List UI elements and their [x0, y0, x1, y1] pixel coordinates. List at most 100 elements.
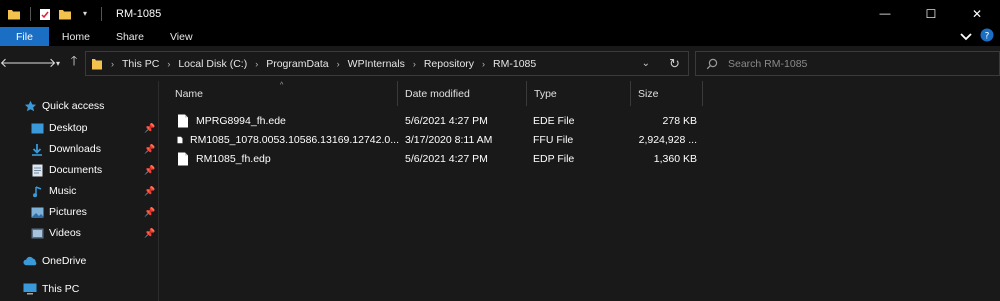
address-history-chevron-icon[interactable]: ⌄: [642, 58, 650, 69]
address-row: 🡐 🡒 ▾ 🡑 › This PC › Local Disk (C:) › Pr…: [0, 46, 1000, 81]
type-cell: EDE File: [533, 114, 575, 127]
close-button[interactable]: ✕: [954, 0, 1000, 27]
pin-icon[interactable]: 📌: [144, 165, 155, 176]
downloads-icon: [30, 142, 44, 156]
ribbon-right-controls: ?: [960, 27, 994, 46]
quick-access-toolbar: ▾: [0, 0, 108, 27]
column-header-label: Name: [175, 87, 204, 100]
file-name-cell: MPRG8994_fh.ede: [177, 111, 399, 130]
help-icon[interactable]: ?: [980, 28, 994, 45]
window-title: RM-1085: [116, 7, 162, 20]
tab-view[interactable]: View: [157, 27, 206, 46]
column-header-date-modified[interactable]: Date modified: [398, 81, 526, 106]
minimize-button[interactable]: —: [862, 0, 908, 27]
column-header-label: Type: [534, 87, 557, 100]
breadcrumb-separator-icon[interactable]: ›: [482, 59, 485, 69]
search-input[interactable]: Search RM-1085: [728, 58, 807, 70]
column-header-type[interactable]: Type: [527, 81, 630, 106]
date-cell: 3/17/2020 8:11 AM: [405, 133, 493, 146]
date-cell: 5/6/2021 4:27 PM: [405, 114, 488, 127]
nav-item-label: Downloads: [49, 143, 101, 155]
tab-file[interactable]: File: [0, 27, 49, 46]
table-row[interactable]: MPRG8994_fh.ede 5/6/2021 4:27 PM EDE Fil…: [159, 111, 1000, 130]
properties-icon[interactable]: [37, 6, 53, 22]
sidebar-item-onedrive[interactable]: OneDrive: [0, 251, 158, 271]
search-icon: [706, 58, 718, 70]
breadcrumb-wpinternals[interactable]: WPInternals: [348, 58, 405, 70]
nav-item-label: OneDrive: [42, 255, 87, 267]
breadcrumb-programdata[interactable]: ProgramData: [266, 58, 328, 70]
tab-home[interactable]: Home: [49, 27, 103, 46]
sidebar-item-desktop[interactable]: Desktop 📌: [0, 118, 158, 138]
nav-item-label: Pictures: [49, 206, 87, 218]
breadcrumb-separator-icon[interactable]: ›: [413, 59, 416, 69]
ribbon-tabs: File Home Share View ?: [0, 27, 1000, 46]
breadcrumb-separator-icon[interactable]: ›: [167, 59, 170, 69]
new-folder-icon[interactable]: [57, 6, 73, 22]
pin-icon[interactable]: 📌: [144, 186, 155, 197]
pictures-icon: [30, 205, 44, 219]
file-name-cell: RM1085_fh.edp: [177, 149, 399, 168]
column-header-name[interactable]: Name: [168, 81, 397, 106]
sidebar-item-this-pc[interactable]: This PC: [0, 279, 158, 299]
forward-arrow-icon[interactable]: 🡒: [22, 55, 57, 71]
title-bar: ▾ RM-1085 — ☐ ✕: [0, 0, 1000, 27]
refresh-icon[interactable]: ↻: [669, 56, 680, 72]
onedrive-cloud-icon: [23, 254, 37, 268]
tab-share[interactable]: Share: [103, 27, 157, 46]
nav-item-label: Desktop: [49, 122, 88, 134]
customize-toolbar-chevron-icon[interactable]: ▾: [77, 6, 93, 22]
toolbar-divider: [101, 6, 102, 21]
size-cell: 2,924,928 ...: [638, 133, 697, 146]
breadcrumb-rm-1085[interactable]: RM-1085: [493, 58, 536, 70]
star-icon: [23, 99, 37, 113]
folder-icon: [91, 57, 103, 71]
up-arrow-icon[interactable]: 🡑: [66, 53, 82, 71]
navigation-pane: Quick access Desktop 📌 Downloads 📌 Docum…: [0, 81, 158, 301]
sidebar-item-documents[interactable]: Documents 📌: [0, 160, 158, 180]
nav-item-label: Videos: [49, 227, 81, 239]
breadcrumb-repository[interactable]: Repository: [424, 58, 474, 70]
pin-icon[interactable]: 📌: [144, 228, 155, 239]
nav-item-label: Documents: [49, 164, 103, 176]
column-header-size[interactable]: Size: [631, 81, 702, 106]
recent-locations-chevron-icon[interactable]: ▾: [50, 55, 66, 71]
documents-icon: [30, 163, 44, 177]
window-controls: — ☐ ✕: [862, 0, 1000, 27]
breadcrumb-separator-icon[interactable]: ›: [337, 59, 340, 69]
breadcrumb-separator-icon[interactable]: ›: [255, 59, 258, 69]
sidebar-item-downloads[interactable]: Downloads 📌: [0, 139, 158, 159]
column-header-label: Date modified: [405, 87, 470, 100]
size-cell: 278 KB: [662, 114, 697, 127]
music-icon: [30, 184, 44, 198]
column-header-label: Size: [638, 87, 659, 100]
nav-item-label: This PC: [42, 283, 80, 295]
type-cell: FFU File: [533, 133, 574, 146]
sidebar-item-music[interactable]: Music 📌: [0, 181, 158, 201]
sidebar-item-videos[interactable]: Videos 📌: [0, 223, 158, 243]
file-name: RM1085_1078.0053.10586.13169.12742.0...: [189, 133, 399, 146]
quick-access-item[interactable]: Quick access: [0, 96, 158, 116]
breadcrumb-local-disk[interactable]: Local Disk (C:): [178, 58, 247, 70]
pin-icon[interactable]: 📌: [144, 123, 155, 134]
table-row[interactable]: RM1085_fh.edp 5/6/2021 4:27 PM EDP File …: [159, 149, 1000, 168]
table-row[interactable]: RM1085_1078.0053.10586.13169.12742.0... …: [159, 130, 1000, 149]
address-bar[interactable]: › This PC › Local Disk (C:) › ProgramDat…: [85, 51, 689, 76]
pin-icon[interactable]: 📌: [144, 144, 155, 155]
file-icon: [178, 114, 188, 127]
search-box[interactable]: Search RM-1085: [695, 51, 1000, 76]
folder-icon[interactable]: [6, 6, 22, 22]
type-cell: EDP File: [533, 152, 575, 165]
pin-icon[interactable]: 📌: [144, 207, 155, 218]
column-separator[interactable]: [702, 81, 703, 106]
breadcrumb-this-pc[interactable]: This PC: [122, 58, 159, 70]
date-cell: 5/6/2021 4:27 PM: [405, 152, 488, 165]
maximize-button[interactable]: ☐: [908, 0, 954, 27]
file-name-cell: RM1085_1078.0053.10586.13169.12742.0...: [177, 130, 399, 149]
expand-ribbon-icon[interactable]: [960, 30, 972, 44]
nav-item-label: Music: [49, 185, 77, 197]
sidebar-item-pictures[interactable]: Pictures 📌: [0, 202, 158, 222]
toolbar-divider: [30, 6, 31, 21]
file-icon: [178, 152, 188, 165]
videos-icon: [30, 226, 44, 240]
